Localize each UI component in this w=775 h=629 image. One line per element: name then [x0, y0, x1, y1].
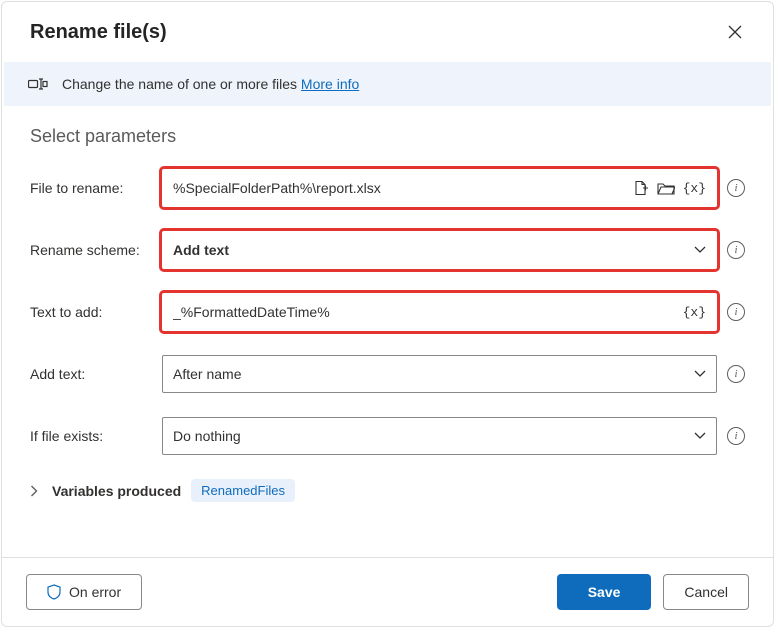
- variable-picker-icon[interactable]: {x}: [683, 181, 706, 196]
- save-button[interactable]: Save: [557, 574, 652, 610]
- text-to-add-input[interactable]: _%FormattedDateTime% {x}: [162, 293, 717, 331]
- chevron-down-icon: [694, 432, 706, 440]
- label-file-to-rename: File to rename:: [30, 180, 162, 196]
- if-file-exists-value: Do nothing: [173, 428, 694, 444]
- close-button[interactable]: [721, 18, 749, 46]
- label-rename-scheme: Rename scheme:: [30, 242, 162, 258]
- label-add-text: Add text:: [30, 366, 162, 382]
- info-icon[interactable]: i: [727, 365, 745, 383]
- if-file-exists-select[interactable]: Do nothing: [162, 417, 717, 455]
- variables-produced-label: Variables produced: [52, 483, 181, 499]
- cancel-button[interactable]: Cancel: [663, 574, 749, 610]
- section-title: Select parameters: [30, 126, 745, 147]
- rename-icon: [28, 76, 48, 92]
- more-info-link[interactable]: More info: [301, 76, 359, 92]
- info-icon[interactable]: i: [727, 241, 745, 259]
- browse-folder-icon[interactable]: [657, 181, 675, 195]
- on-error-label: On error: [69, 584, 121, 600]
- banner-text-wrap: Change the name of one or more files Mor…: [62, 76, 359, 92]
- variable-chip-renamedfiles[interactable]: RenamedFiles: [191, 479, 295, 502]
- close-icon: [728, 25, 742, 39]
- chevron-down-icon: [694, 370, 706, 378]
- variable-picker-icon[interactable]: {x}: [683, 305, 706, 320]
- chevron-down-icon: [694, 246, 706, 254]
- rename-scheme-value: Add text: [173, 242, 694, 258]
- info-icon[interactable]: i: [727, 427, 745, 445]
- row-rename-scheme: Rename scheme: Add text i: [30, 231, 745, 269]
- row-add-text: Add text: After name i: [30, 355, 745, 393]
- file-to-rename-input[interactable]: %SpecialFolderPath%\report.xlsx {x}: [162, 169, 717, 207]
- add-text-select[interactable]: After name: [162, 355, 717, 393]
- label-text-to-add: Text to add:: [30, 304, 162, 320]
- row-file-to-rename: File to rename: %SpecialFolderPath%\repo…: [30, 169, 745, 207]
- rename-scheme-select[interactable]: Add text: [162, 231, 717, 269]
- cancel-label: Cancel: [684, 584, 728, 600]
- info-banner: Change the name of one or more files Mor…: [4, 62, 771, 106]
- text-to-add-value: _%FormattedDateTime%: [173, 304, 677, 320]
- dialog-footer: On error Save Cancel: [2, 557, 773, 626]
- select-file-icon[interactable]: [633, 180, 649, 196]
- label-if-file-exists: If file exists:: [30, 428, 162, 444]
- info-icon[interactable]: i: [727, 303, 745, 321]
- variables-produced-row[interactable]: Variables produced RenamedFiles: [30, 479, 745, 502]
- on-error-button[interactable]: On error: [26, 574, 142, 610]
- file-to-rename-value: %SpecialFolderPath%\report.xlsx: [173, 180, 627, 196]
- dialog-header: Rename file(s): [2, 2, 773, 56]
- save-label: Save: [588, 584, 621, 600]
- info-icon[interactable]: i: [727, 179, 745, 197]
- row-text-to-add: Text to add: _%FormattedDateTime% {x} i: [30, 293, 745, 331]
- row-if-file-exists: If file exists: Do nothing i: [30, 417, 745, 455]
- banner-text: Change the name of one or more files: [62, 76, 301, 92]
- dialog-title: Rename file(s): [30, 21, 167, 44]
- chevron-right-icon: [30, 485, 38, 497]
- rename-files-dialog: Rename file(s) Change the name of one or…: [1, 1, 774, 627]
- shield-icon: [47, 584, 61, 600]
- add-text-value: After name: [173, 366, 694, 382]
- parameters-section: Select parameters File to rename: %Speci…: [2, 106, 773, 557]
